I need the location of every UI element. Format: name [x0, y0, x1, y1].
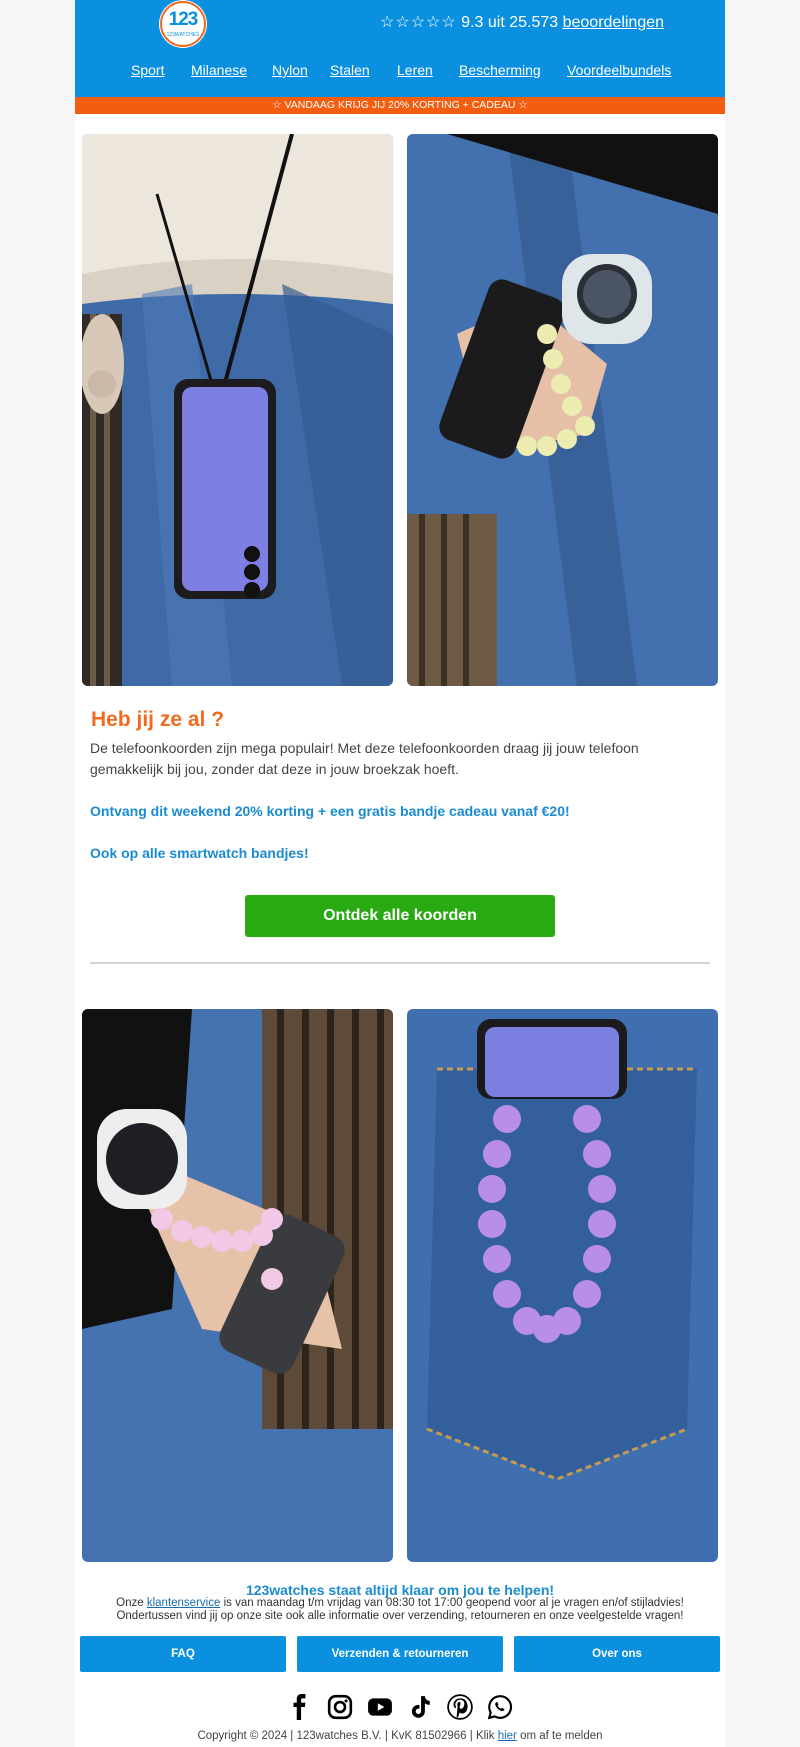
pinterest-icon[interactable]	[447, 1694, 473, 1720]
nav-item-leren[interactable]: Leren	[397, 62, 433, 78]
copyright-suffix: om af te melden	[520, 1730, 603, 1742]
nav-item-stalen[interactable]: Stalen	[330, 62, 370, 78]
brand-logo[interactable]: 123 123WATCHES	[160, 1, 206, 47]
instagram-icon[interactable]	[327, 1694, 353, 1720]
social-icons	[75, 1694, 725, 1724]
nav-item-bescherming[interactable]: Bescherming	[459, 62, 541, 78]
email-container: 123 123WATCHES ☆☆☆☆☆ 9.3 uit 25.573 beoo…	[75, 0, 725, 1747]
product-photo-wristlet-purple[interactable]	[407, 1009, 718, 1562]
promo-bar[interactable]: ☆ VANDAAG KRIJG JIJ 20% KORTING + CADEAU…	[75, 97, 725, 114]
nav-item-voordeelbundels[interactable]: Voordeelbundels	[567, 62, 671, 78]
unsubscribe-link[interactable]: hier	[498, 1730, 517, 1742]
divider	[90, 962, 710, 964]
offer-text-1: Ontvang dit weekend 20% korting + een gr…	[90, 803, 570, 819]
product-photo-wristlet-pink[interactable]	[82, 1009, 393, 1562]
logo-subtext: 123WATCHES	[166, 32, 200, 38]
help-line-2: Ondertussen vind jij op onze site ook al…	[116, 1610, 684, 1622]
nav-item-milanese[interactable]: Milanese	[191, 62, 247, 78]
copyright-text: Copyright © 2024 | 123watches B.V. | KvK…	[197, 1730, 495, 1742]
help-title: 123watches staat altijd klaar om jou te …	[245, 1582, 555, 1598]
offer-text-2: Ook op alle smartwatch bandjes!	[90, 845, 309, 861]
tiktok-icon[interactable]	[407, 1694, 433, 1720]
rating-text: 9.3 uit 25.573	[461, 14, 559, 31]
about-us-button[interactable]: Over ons	[514, 1636, 720, 1672]
product-photo-wristlet-yellow[interactable]	[407, 134, 718, 686]
help-line-1-suffix: is van maandag t/m vrijdag van 08:30 tot…	[223, 1597, 684, 1609]
customer-service-link[interactable]: klantenservice	[147, 1597, 221, 1609]
logo-text: 123	[168, 9, 199, 30]
help-line-1-prefix: Onze	[116, 1597, 144, 1609]
shipping-returns-button[interactable]: Verzenden & retourneren	[297, 1636, 503, 1672]
help-line-1: Onze klantenservice is van maandag t/m v…	[75, 1597, 725, 1610]
headline: Heb jij ze al ?	[91, 708, 225, 731]
product-photo-lanyard-black[interactable]	[82, 134, 393, 686]
rating-stars-icon: ☆☆☆☆☆	[380, 14, 457, 31]
faq-button[interactable]: FAQ	[80, 1636, 286, 1672]
discover-cords-button[interactable]: Ontdek alle koorden	[245, 895, 555, 937]
header: 123 123WATCHES ☆☆☆☆☆ 9.3 uit 25.573 beoo…	[75, 0, 725, 97]
copyright: Copyright © 2024 | 123watches B.V. | KvK…	[75, 1730, 725, 1742]
whatsapp-icon[interactable]	[487, 1694, 513, 1720]
rating-summary: ☆☆☆☆☆ 9.3 uit 25.573 beoordelingen	[380, 12, 664, 32]
help-text: Onze klantenservice is van maandag t/m v…	[75, 1597, 725, 1623]
facebook-icon[interactable]	[287, 1694, 313, 1720]
nav-item-nylon[interactable]: Nylon	[272, 62, 308, 78]
body-text: De telefoonkoorden zijn mega populair! M…	[90, 740, 639, 777]
nav-item-sport[interactable]: Sport	[131, 62, 164, 78]
reviews-link[interactable]: beoordelingen	[563, 14, 664, 31]
main-nav: Sport Milanese Nylon Stalen Leren Besche…	[75, 62, 725, 82]
youtube-icon[interactable]	[367, 1694, 393, 1720]
